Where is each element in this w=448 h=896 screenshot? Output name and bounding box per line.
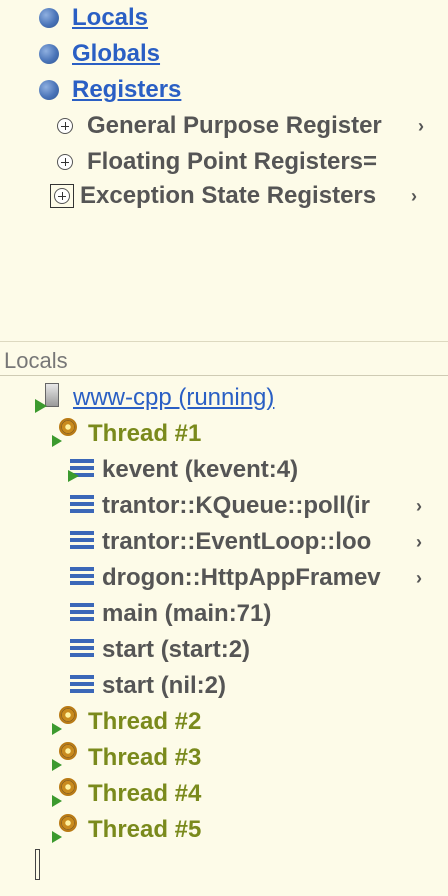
stack-frame-icon <box>68 530 94 554</box>
locals-link[interactable]: Locals <box>72 4 148 32</box>
register-group-label: Floating Point Registers= <box>87 148 378 175</box>
register-group-floating[interactable]: Floating Point Registers= <box>57 148 417 176</box>
blue-ball-icon <box>39 8 59 28</box>
locals-panel-header: Locals <box>0 346 448 376</box>
registers-link[interactable]: Registers <box>72 76 181 104</box>
thread-gear-icon <box>52 816 84 844</box>
blue-ball-icon <box>39 44 59 64</box>
stack-frame-label: trantor::KQueue::poll(ir <box>102 492 370 519</box>
tree-item-registers[interactable]: Registers <box>39 76 181 104</box>
text-cursor <box>35 849 40 880</box>
thread-label: Thread #5 <box>88 816 202 843</box>
globals-link[interactable]: Globals <box>72 40 160 68</box>
stack-frame-icon <box>68 566 94 590</box>
thread-node[interactable]: Thread #5 <box>52 815 201 845</box>
thread-node[interactable]: Thread #1 <box>52 419 201 449</box>
register-group-label: Exception State Registers <box>80 182 377 209</box>
focus-box <box>50 184 74 208</box>
stack-frame-row[interactable]: trantor::KQueue::poll(ir › <box>68 491 422 521</box>
process-link[interactable]: www-cpp (running) <box>73 384 274 412</box>
stack-frame-row[interactable]: drogon::HttpAppFramev › <box>68 563 422 593</box>
stack-frame-label: start (start:2) <box>102 636 251 663</box>
tree-item-locals[interactable]: Locals <box>39 4 148 32</box>
thread-gear-icon <box>52 744 84 772</box>
thread-node[interactable]: Thread #3 <box>52 743 201 773</box>
panel-divider[interactable] <box>0 341 448 342</box>
stack-frame-row[interactable]: start (nil:2) <box>68 671 226 701</box>
stack-frame-row[interactable]: start (start:2) <box>68 635 250 665</box>
thread-label: Thread #4 <box>88 780 202 807</box>
blue-ball-icon <box>39 80 59 100</box>
expand-plus-icon[interactable] <box>57 154 73 170</box>
thread-gear-icon <box>52 708 84 736</box>
thread-gear-icon <box>52 780 84 808</box>
stack-frame-label: kevent (kevent:4) <box>102 456 299 483</box>
more-arrow-icon[interactable]: › <box>411 186 417 207</box>
stack-frame-row[interactable]: trantor::EventLoop::loo › <box>68 527 422 557</box>
tree-item-globals[interactable]: Globals <box>39 40 160 68</box>
stack-frame-icon <box>68 638 94 662</box>
stack-frame-row[interactable]: main (main:71) <box>68 599 271 629</box>
stack-frame-label: drogon::HttpAppFramev <box>102 564 381 591</box>
thread-label: Thread #1 <box>88 420 202 447</box>
stack-frame-icon <box>68 458 94 482</box>
thread-label: Thread #2 <box>88 708 202 735</box>
thread-gear-icon <box>52 420 84 448</box>
server-icon <box>35 383 69 413</box>
more-arrow-icon[interactable]: › <box>416 568 422 589</box>
expand-plus-icon[interactable] <box>54 188 70 204</box>
more-arrow-icon[interactable]: › <box>418 116 424 137</box>
thread-label: Thread #3 <box>88 744 202 771</box>
stack-frame-label: trantor::EventLoop::loo <box>102 528 372 555</box>
stack-frame-icon <box>68 674 94 698</box>
expand-plus-icon[interactable] <box>57 118 73 134</box>
process-node[interactable]: www-cpp (running) <box>35 382 274 414</box>
more-arrow-icon[interactable]: › <box>416 496 422 517</box>
register-group-general[interactable]: General Purpose Register › <box>57 112 424 140</box>
thread-node[interactable]: Thread #4 <box>52 779 201 809</box>
stack-frame-label: start (nil:2) <box>102 672 227 699</box>
register-group-exception[interactable]: Exception State Registers › <box>50 182 417 210</box>
stack-frame-label: main (main:71) <box>102 600 272 627</box>
stack-frame-icon <box>68 602 94 626</box>
stack-frame-row[interactable]: kevent (kevent:4) <box>68 455 298 485</box>
more-arrow-icon[interactable]: › <box>416 532 422 553</box>
register-group-label: General Purpose Register <box>87 112 382 139</box>
stack-frame-icon <box>68 494 94 518</box>
thread-node[interactable]: Thread #2 <box>52 707 201 737</box>
